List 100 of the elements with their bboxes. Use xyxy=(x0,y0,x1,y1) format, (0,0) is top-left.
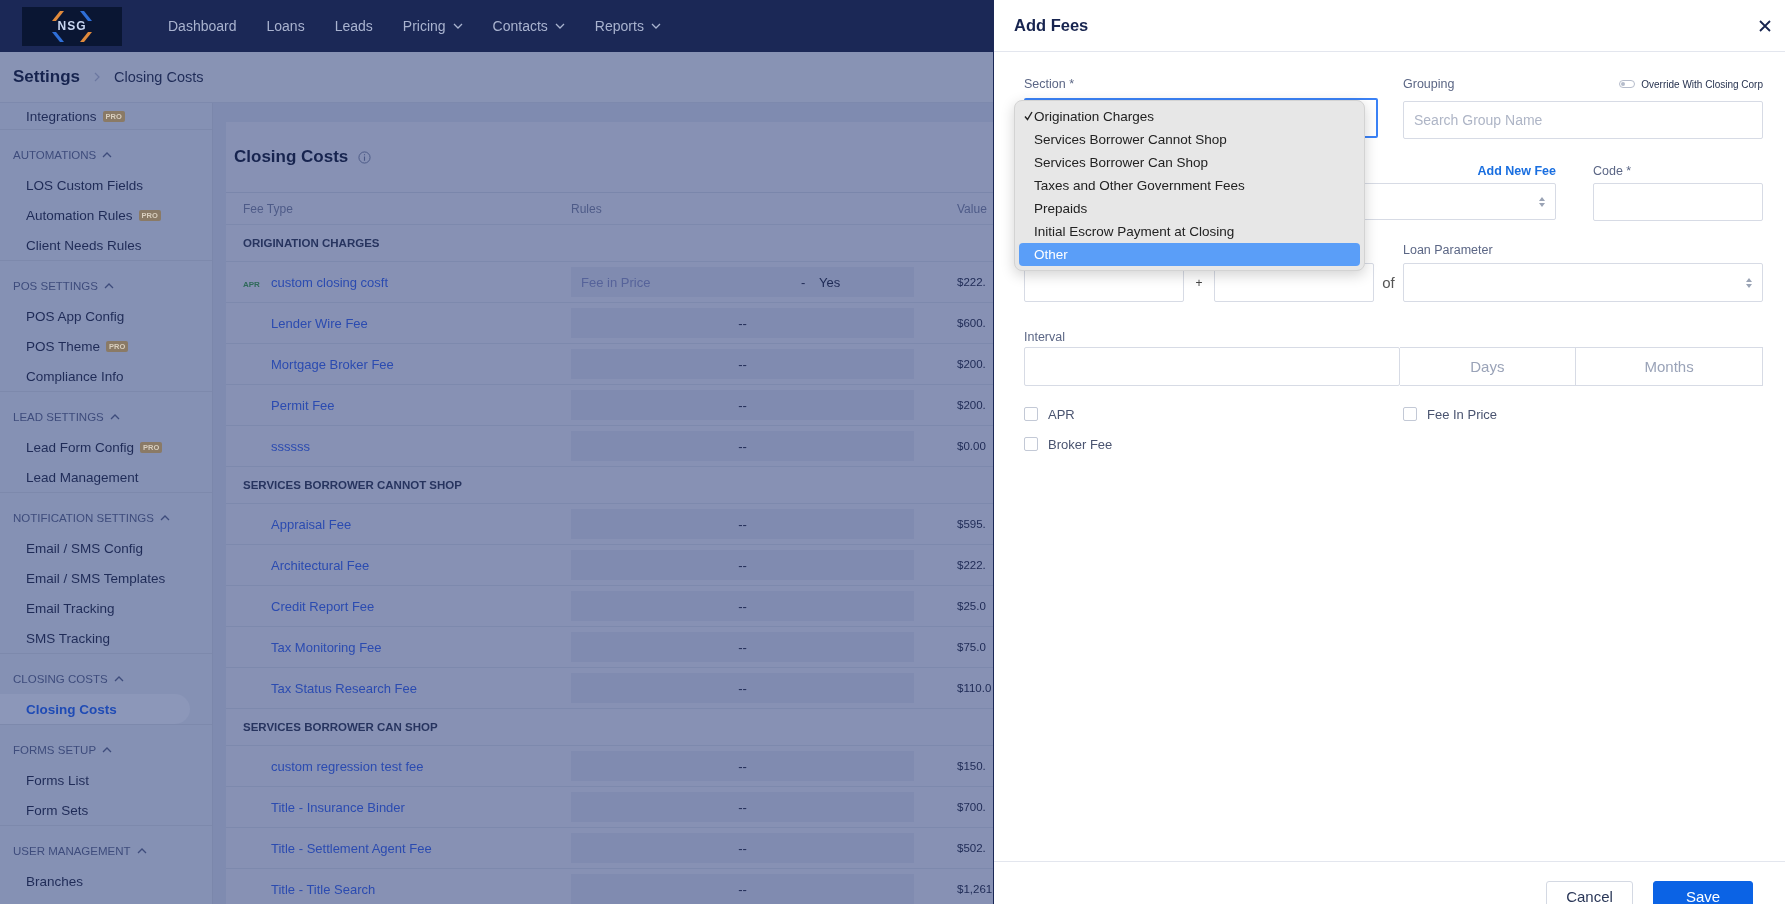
close-icon[interactable] xyxy=(1757,17,1773,34)
fee-link[interactable]: Title - Insurance Binder xyxy=(271,799,405,815)
nav-item[interactable]: Reports xyxy=(594,18,661,34)
fee-link[interactable]: Title - Title Search xyxy=(271,881,376,897)
breadcrumb-current: Closing Costs xyxy=(114,69,204,85)
rules-cell: -- xyxy=(571,673,914,703)
fee-link[interactable]: ssssss xyxy=(271,438,310,454)
dropdown-option[interactable]: Taxes and Other Government Fees xyxy=(1019,174,1360,197)
sidebar-section-header[interactable]: LEAD SETTINGS xyxy=(0,402,212,432)
sidebar-item[interactable]: Compliance Info xyxy=(0,361,190,391)
rule-separator: - xyxy=(801,274,807,290)
chevron-down-icon xyxy=(452,23,463,29)
value-cell: $200. xyxy=(957,399,986,411)
chevron-up-icon xyxy=(109,414,120,420)
value-cell: $1,261 xyxy=(957,883,993,895)
value-cell: $75.0 xyxy=(957,641,986,653)
interval-unit-button[interactable]: Months xyxy=(1576,347,1763,386)
group-heading: ORIGINATION CHARGES xyxy=(243,237,380,249)
dropdown-option[interactable]: Services Borrower Cannot Shop xyxy=(1019,128,1360,151)
sidebar-item[interactable]: Closing Costs xyxy=(0,694,190,724)
sidebar-section-header[interactable]: FORMS SETUP xyxy=(0,735,212,765)
rules-cell: -- xyxy=(571,751,914,781)
dropdown-option[interactable]: Services Borrower Can Shop xyxy=(1019,151,1360,174)
fee-link[interactable]: Architectural Fee xyxy=(271,557,370,573)
fee-link[interactable]: Permit Fee xyxy=(271,397,335,413)
chevron-up-icon xyxy=(102,152,113,158)
sidebar-item[interactable]: Email / SMS Config xyxy=(0,533,190,563)
value-cell: $700. xyxy=(957,801,986,813)
rules-cell: -- xyxy=(571,390,914,420)
sidebar-item[interactable]: Client Needs Rules xyxy=(0,230,190,260)
value-cell: $0.00 xyxy=(957,440,986,452)
sidebar-item[interactable]: Branches xyxy=(0,866,190,896)
group-heading: SERVICES BORROWER CANNOT SHOP xyxy=(243,479,462,491)
checkbox[interactable] xyxy=(1024,437,1038,451)
fee-link[interactable]: custom regression test fee xyxy=(271,758,424,774)
column-header: Rules xyxy=(571,201,603,216)
sidebar-section-header[interactable]: POS SETTINGS xyxy=(0,271,212,301)
plus-sign: + xyxy=(1195,275,1203,290)
value-cell: $200. xyxy=(957,358,986,370)
sidebar-section-header[interactable]: CLOSING COSTS xyxy=(0,664,212,694)
toggle-label: Override With Closing Corp xyxy=(1641,78,1763,90)
checkbox[interactable] xyxy=(1024,407,1038,421)
fee-link[interactable]: Tax Status Research Fee xyxy=(271,680,417,696)
company-logo[interactable]: NSG xyxy=(22,6,122,46)
sidebar-item[interactable]: LOS Custom Fields xyxy=(0,170,190,200)
value-cell: $502. xyxy=(957,842,986,854)
fee-link[interactable]: custom closing cosft xyxy=(271,274,389,290)
fee-link[interactable]: Title - Settlement Agent Fee xyxy=(271,840,432,856)
sidebar-item[interactable]: POS App Config xyxy=(0,301,190,331)
chevron-down-icon xyxy=(650,23,661,29)
sort-arrows-icon xyxy=(1746,277,1752,288)
sidebar-item[interactable]: Forms List xyxy=(0,765,190,795)
nav-item[interactable]: Leads xyxy=(334,18,373,34)
sidebar-item[interactable]: Email Tracking xyxy=(0,593,190,623)
page-title: Closing Costs xyxy=(234,147,349,167)
fee-link[interactable]: Mortgage Broker Fee xyxy=(271,356,394,372)
checkbox-label: Broker Fee xyxy=(1048,436,1113,452)
fee-link[interactable]: Lender Wire Fee xyxy=(271,315,368,331)
save-button[interactable]: Save xyxy=(1653,881,1753,904)
nav-item[interactable]: Pricing xyxy=(402,18,463,34)
column-header: Value xyxy=(957,201,987,216)
sidebar-item[interactable]: Lead Management xyxy=(0,462,190,492)
sort-arrows-icon xyxy=(1539,196,1545,207)
rule-value: Yes xyxy=(819,274,841,290)
add-new-fee-link[interactable]: Add New Fee xyxy=(1477,164,1556,178)
interval-field[interactable] xyxy=(1024,347,1400,386)
grouping-search-field[interactable]: Search Group Name xyxy=(1403,101,1763,139)
sidebar-section-header[interactable]: USER MANAGEMENT xyxy=(0,836,212,866)
code-field[interactable] xyxy=(1593,183,1763,221)
nav-item[interactable]: Loans xyxy=(266,18,305,34)
dropdown-option[interactable]: Origination Charges xyxy=(1019,105,1360,128)
chevron-down-icon xyxy=(554,23,565,29)
nav-item[interactable]: Contacts xyxy=(492,18,565,34)
sidebar-item[interactable]: Email / SMS Templates xyxy=(0,563,190,593)
sidebar-section-header[interactable]: NOTIFICATION SETTINGS xyxy=(0,503,212,533)
override-toggle[interactable] xyxy=(1619,80,1636,88)
checkbox-label: APR xyxy=(1048,406,1075,422)
sidebar-item[interactable]: Form Sets xyxy=(0,795,190,825)
dropdown-option[interactable]: Other xyxy=(1019,243,1360,266)
apr-tag: APR xyxy=(243,280,260,289)
loan-parameter-select[interactable] xyxy=(1403,263,1763,302)
breadcrumb-link[interactable]: Settings xyxy=(13,67,81,87)
sidebar-item[interactable]: SMS Tracking xyxy=(0,623,190,653)
fee-link[interactable]: Appraisal Fee xyxy=(271,516,352,532)
dropdown-option[interactable]: Initial Escrow Payment at Closing xyxy=(1019,220,1360,243)
fee-link[interactable]: Credit Report Fee xyxy=(271,598,375,614)
value-cell: $25.0 xyxy=(957,600,986,612)
sidebar-section-header[interactable]: AUTOMATIONS xyxy=(0,140,212,170)
rules-cell: -- xyxy=(571,431,914,461)
dropdown-option[interactable]: Prepaids xyxy=(1019,197,1360,220)
checkbox[interactable] xyxy=(1403,407,1417,421)
cancel-button[interactable]: Cancel xyxy=(1546,881,1633,904)
value-cell: $222. xyxy=(957,559,986,571)
info-icon[interactable] xyxy=(358,150,372,164)
rules-cell: -- xyxy=(571,308,914,338)
value-cell: $600. xyxy=(957,317,986,329)
fee-link[interactable]: Tax Monitoring Fee xyxy=(271,639,382,655)
nav-item[interactable]: Dashboard xyxy=(168,18,237,34)
rules-cell: -- xyxy=(571,550,914,580)
interval-unit-button[interactable]: Days xyxy=(1399,347,1577,386)
